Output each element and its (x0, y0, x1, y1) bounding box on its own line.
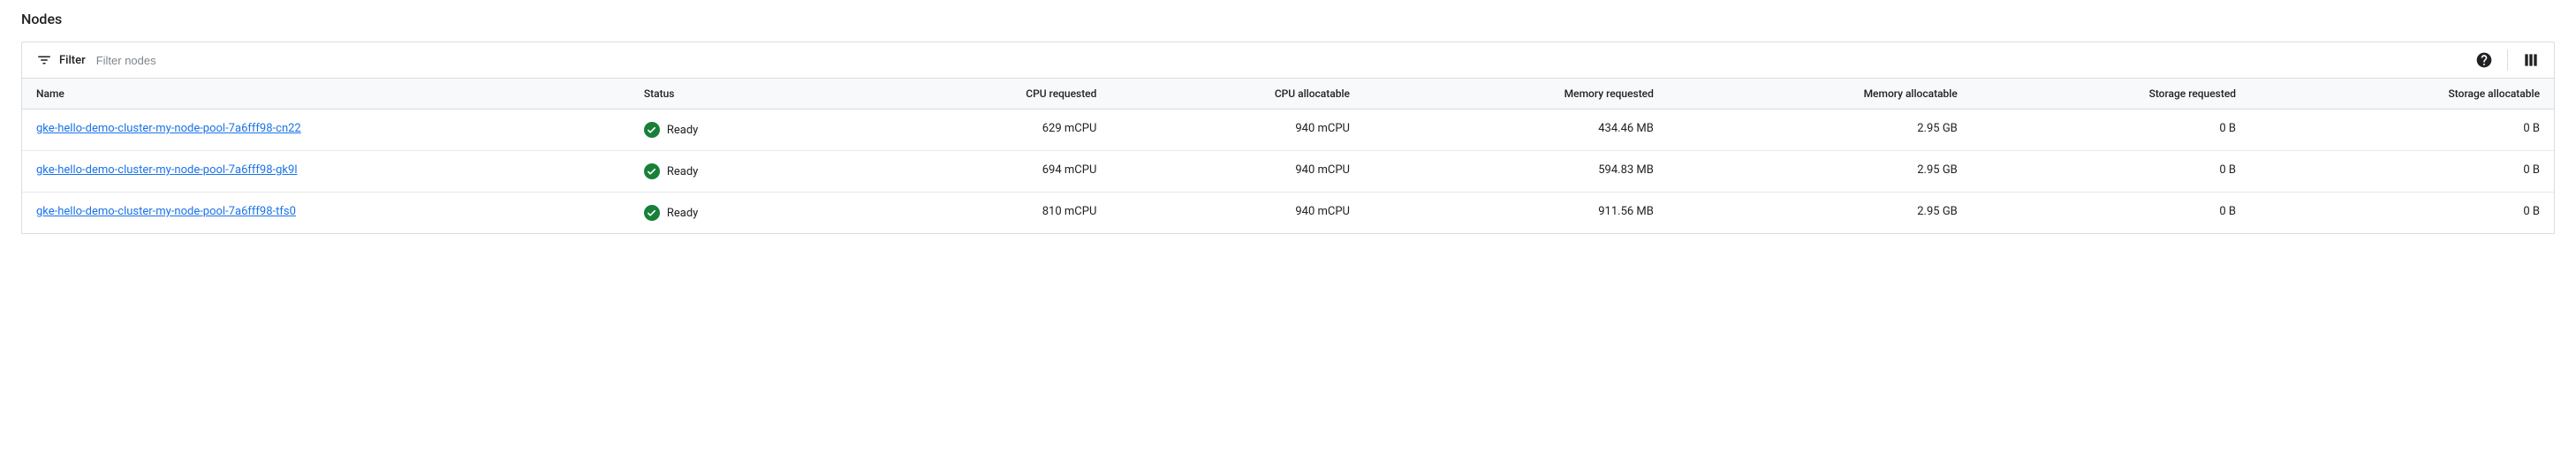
memory-allocatable-cell: 2.95 GB (1668, 110, 1972, 151)
status-text: Ready (667, 165, 698, 178)
check-circle-icon (644, 205, 660, 221)
table-header-row: Name Status CPU requested CPU allocatabl… (22, 79, 2554, 110)
check-circle-icon (644, 163, 660, 179)
col-header-cpu-requested[interactable]: CPU requested (858, 79, 1111, 110)
divider (2507, 49, 2508, 71)
table-row: gke-hello-demo-cluster-my-node-pool-7a6f… (22, 110, 2554, 151)
memory-requested-cell: 434.46 MB (1364, 110, 1668, 151)
storage-allocatable-cell: 0 B (2250, 193, 2554, 234)
status-text: Ready (667, 124, 698, 137)
storage-requested-cell: 0 B (1972, 110, 2250, 151)
cpu-allocatable-cell: 940 mCPU (1110, 110, 1364, 151)
col-header-status[interactable]: Status (630, 79, 858, 110)
storage-allocatable-cell: 0 B (2250, 151, 2554, 193)
help-icon[interactable] (2475, 51, 2493, 69)
column-selector-icon[interactable] (2522, 51, 2540, 69)
cpu-requested-cell: 629 mCPU (858, 110, 1111, 151)
cpu-allocatable-cell: 940 mCPU (1110, 151, 1364, 193)
memory-allocatable-cell: 2.95 GB (1668, 151, 1972, 193)
section-title: Nodes (21, 11, 2555, 27)
col-header-storage-requested[interactable]: Storage requested (1972, 79, 2250, 110)
node-link[interactable]: gke-hello-demo-cluster-my-node-pool-7a6f… (36, 122, 301, 135)
check-circle-icon (644, 122, 660, 138)
col-header-storage-allocatable[interactable]: Storage allocatable (2250, 79, 2554, 110)
cpu-requested-cell: 810 mCPU (858, 193, 1111, 234)
node-link[interactable]: gke-hello-demo-cluster-my-node-pool-7a6f… (36, 163, 298, 177)
col-header-memory-requested[interactable]: Memory requested (1364, 79, 1668, 110)
col-header-cpu-allocatable[interactable]: CPU allocatable (1110, 79, 1364, 110)
memory-requested-cell: 594.83 MB (1364, 151, 1668, 193)
status-text: Ready (667, 207, 698, 220)
table-row: gke-hello-demo-cluster-my-node-pool-7a6f… (22, 193, 2554, 234)
cpu-allocatable-cell: 940 mCPU (1110, 193, 1364, 234)
storage-allocatable-cell: 0 B (2250, 110, 2554, 151)
cpu-requested-cell: 694 mCPU (858, 151, 1111, 193)
memory-requested-cell: 911.56 MB (1364, 193, 1668, 234)
storage-requested-cell: 0 B (1972, 193, 2250, 234)
filter-input[interactable] (96, 54, 2475, 67)
filter-icon (36, 52, 52, 68)
nodes-table: Name Status CPU requested CPU allocatabl… (22, 79, 2554, 233)
filter-bar: Filter (22, 42, 2554, 79)
nodes-table-container: Filter Name (21, 42, 2555, 234)
memory-allocatable-cell: 2.95 GB (1668, 193, 1972, 234)
node-link[interactable]: gke-hello-demo-cluster-my-node-pool-7a6f… (36, 205, 296, 218)
filter-actions (2475, 49, 2540, 71)
table-row: gke-hello-demo-cluster-my-node-pool-7a6f… (22, 151, 2554, 193)
col-header-memory-allocatable[interactable]: Memory allocatable (1668, 79, 1972, 110)
col-header-name[interactable]: Name (22, 79, 630, 110)
filter-label: Filter (59, 54, 86, 67)
storage-requested-cell: 0 B (1972, 151, 2250, 193)
